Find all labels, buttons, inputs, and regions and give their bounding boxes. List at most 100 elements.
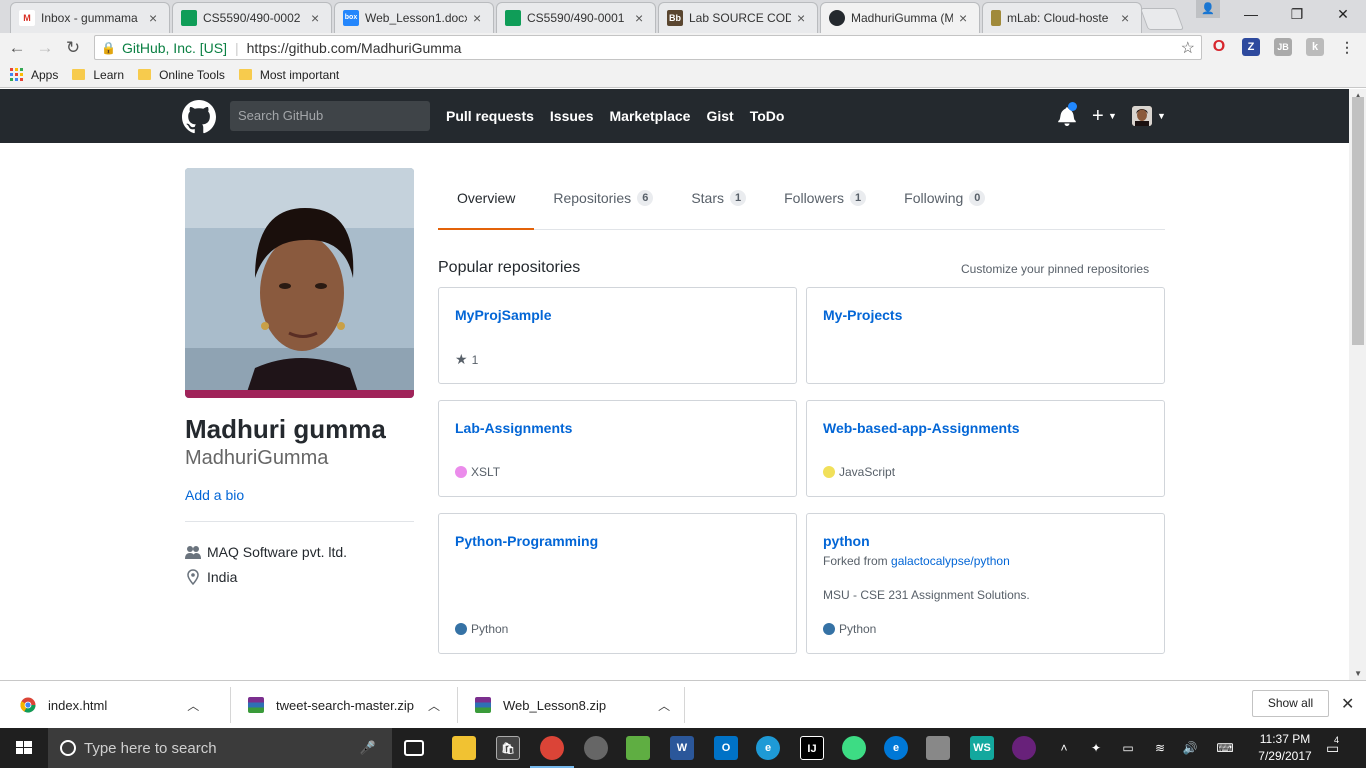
nav-pull-requests[interactable]: Pull requests [446,108,534,124]
close-window-button[interactable]: ✕ [1320,0,1366,28]
scrollbar-thumb[interactable] [1352,97,1364,345]
download-item[interactable]: Web_Lesson8.zip ︿ [475,689,670,721]
browser-tab-sheets-2[interactable]: CS5590/490-0001 × [496,2,656,33]
browser-tab-gmail[interactable]: M Inbox - gummama × [10,2,170,33]
browser-tab-github[interactable]: MadhuriGumma (M × [820,2,980,33]
repo-stars[interactable]: ★ 1 [455,351,478,368]
file-explorer-icon[interactable] [452,736,476,760]
tray-chevron-up-icon[interactable]: ˄ [1054,728,1074,768]
back-arrow-icon[interactable]: ← [6,37,28,59]
bookmark-folder-learn[interactable]: Learn [72,68,124,82]
restore-button[interactable]: ❐ [1274,0,1320,28]
repo-name-link[interactable]: MyProjSample [455,307,551,323]
edge-icon[interactable]: e [884,736,908,760]
scroll-down-arrow-icon[interactable]: ▼ [1354,669,1362,678]
tab-followers[interactable]: Followers 1 [765,176,885,229]
task-view-icon[interactable] [404,740,424,756]
chevron-up-icon[interactable]: ︿ [187,697,199,714]
nav-issues[interactable]: Issues [550,108,594,124]
winrar-archive-icon [248,697,264,713]
browser-tab-mlab[interactable]: mLab: Cloud-hoste × [982,2,1142,33]
repo-name-link[interactable]: Lab-Assignments [455,420,572,436]
browser-tab-blackboard[interactable]: Bb Lab SOURCE CODE × [658,2,818,33]
tab-close-icon[interactable]: × [149,11,161,25]
chrome-taskbar-icon[interactable] [540,736,564,760]
address-separator: | [235,39,239,56]
repo-name-link[interactable]: Python-Programming [455,533,598,549]
system-clock[interactable]: 11:37 PM 7/29/2017 [1250,731,1320,765]
browser-tab-sheets-1[interactable]: CS5590/490-0002 × [172,2,332,33]
caret-down-icon[interactable]: ▼ [1157,111,1166,121]
tab-overview[interactable]: Overview [438,176,535,230]
repo-name-link[interactable]: python [823,533,870,549]
tab-close-icon[interactable]: × [311,11,323,25]
paint-icon[interactable] [926,736,950,760]
battery-icon[interactable]: ▭ [1118,728,1138,768]
add-bio-link[interactable]: Add a bio [185,487,244,503]
address-bar[interactable]: 🔒 GitHub, Inc. [US] | https://github.com… [94,35,1202,60]
store-icon[interactable]: 🛍 [496,736,520,760]
github-logo-icon[interactable] [182,100,216,134]
microphone-icon[interactable]: 🎤 [360,740,376,756]
create-new-plus-icon[interactable]: + [1092,103,1104,129]
extension-icon[interactable]: k [1306,38,1324,56]
tab-close-icon[interactable]: × [797,11,809,25]
tab-repositories[interactable]: Repositories 6 [534,176,672,229]
keyboard-icon[interactable]: ⌨ [1212,728,1238,768]
chrome-menu-icon[interactable]: ⋮ [1338,38,1356,56]
action-center-icon[interactable]: ▭ 4 [1322,728,1348,768]
download-item[interactable]: index.html ︿ [20,689,199,721]
forward-arrow-icon[interactable]: → [34,37,56,59]
start-button[interactable] [0,728,48,768]
reload-icon[interactable]: ↻ [62,37,84,59]
word-icon[interactable]: W [670,736,694,760]
page-scrollbar[interactable]: ▲ ▼ [1349,89,1366,680]
user-avatar[interactable] [1132,106,1152,126]
show-all-downloads-button[interactable]: Show all [1252,690,1329,717]
wifi-icon[interactable]: ≋ [1150,728,1170,768]
taskbar-search-input[interactable]: Type here to search 🎤 [48,728,392,768]
close-downloads-bar-icon[interactable]: ✕ [1341,694,1354,714]
zotero-extension-icon[interactable]: Z [1242,38,1260,56]
customize-pinned-link[interactable]: Customize your pinned repositories [961,262,1149,276]
tab-close-icon[interactable]: × [959,11,971,25]
forked-from-link[interactable]: galactocalypse/python [891,554,1010,568]
opera-extension-icon[interactable]: O [1210,38,1228,56]
profile-photo[interactable] [185,168,414,398]
bookmark-folder-online-tools[interactable]: Online Tools [138,68,225,82]
nav-todo[interactable]: ToDo [750,108,785,124]
nav-marketplace[interactable]: Marketplace [610,108,691,124]
jetbrains-extension-icon[interactable]: JB [1274,38,1292,56]
tab-close-icon[interactable]: × [473,11,485,25]
download-item[interactable]: tweet-search-master.zip ︿ [248,689,440,721]
nav-gist[interactable]: Gist [706,108,733,124]
visual-studio-icon[interactable] [1012,736,1036,760]
intellij-icon[interactable]: IJ [800,736,824,760]
browser-tab-box[interactable]: box Web_Lesson1.docx × [334,2,494,33]
bookmark-folder-most-important[interactable]: Most important [238,68,339,82]
bookmark-apps[interactable]: Apps [10,68,58,82]
repo-name-link[interactable]: Web-based-app-Assignments [823,420,1020,436]
outlook-icon[interactable]: O [714,736,738,760]
volume-icon[interactable]: 🔊 [1180,728,1200,768]
tab-close-icon[interactable]: × [1121,11,1133,25]
tab-close-icon[interactable]: × [635,11,647,25]
forked-prefix: Forked from [823,554,892,568]
github-search-input[interactable]: Search GitHub [230,101,430,131]
chrome-profile-icon[interactable]: 👤 [1196,0,1220,18]
tab-following[interactable]: Following 0 [885,176,1004,229]
bookmark-star-icon[interactable]: ☆ [1181,38,1195,58]
tab-stars[interactable]: Stars 1 [672,176,765,229]
minimize-button[interactable]: — [1228,0,1274,28]
notepad-plus-icon[interactable] [626,736,650,760]
chevron-up-icon[interactable]: ︿ [658,697,670,714]
caret-down-icon[interactable]: ▼ [1108,111,1117,121]
internet-explorer-icon[interactable]: e [756,736,780,760]
new-tab-button[interactable] [1139,8,1185,30]
dropbox-icon[interactable]: ✦ [1086,728,1106,768]
android-studio-icon[interactable] [842,736,866,760]
webstorm-icon[interactable]: WS [970,736,994,760]
repo-name-link[interactable]: My-Projects [823,307,902,323]
snipping-tool-icon[interactable] [584,736,608,760]
chevron-up-icon[interactable]: ︿ [428,697,440,714]
